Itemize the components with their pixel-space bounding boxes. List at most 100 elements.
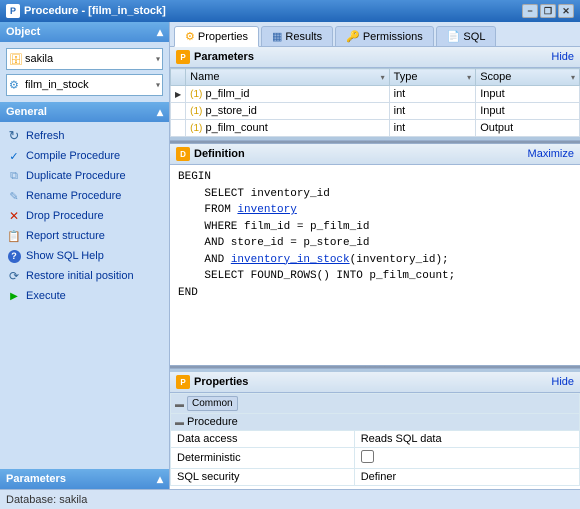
props-data-access-row[interactable]: Data access Reads SQL data [171, 431, 580, 448]
close-button[interactable]: ✕ [558, 4, 574, 18]
compile-icon [6, 148, 22, 164]
row-3-scope: Output [476, 120, 580, 137]
general-section-content: Refresh Compile Procedure Duplicate Proc… [0, 122, 169, 310]
minimize-button[interactable]: − [522, 4, 538, 18]
code-line-found: SELECT FOUND_ROWS() INTO p_film_count; [178, 268, 572, 285]
params-chevron-icon [157, 472, 163, 486]
code-line-end: END [178, 285, 572, 302]
object-section-header[interactable]: Object [0, 22, 169, 42]
sql-security-label: SQL security [171, 469, 355, 486]
param-key-icon: (1) [190, 106, 202, 117]
execute-label: Execute [26, 290, 66, 302]
duplicate-icon [6, 168, 22, 184]
col-scope-header[interactable]: Scope ▾ [476, 69, 580, 86]
object-section-content: 🗄 sakila ▾ ⚙ film_in_stock ▾ [0, 42, 169, 102]
param-key-icon: (1) [190, 123, 202, 134]
tab-results[interactable]: ▦ Results [261, 26, 333, 46]
restore-icon [6, 268, 22, 284]
database-select[interactable]: sakila [6, 48, 163, 70]
definition-maximize-button[interactable]: Maximize [528, 148, 574, 160]
table-row[interactable]: (1) p_film_count int Output [171, 120, 580, 137]
drop-action[interactable]: Drop Procedure [6, 206, 163, 226]
right-panel: ⚙ Properties ▦ Results 🔑 Permissions 📄 S… [170, 22, 580, 489]
bottom-props-hide-button[interactable]: Hide [551, 376, 574, 388]
tab-permissions[interactable]: 🔑 Permissions [335, 26, 434, 46]
sql-security-value: Definer [354, 469, 579, 486]
parameters-table: Name ▾ Type ▾ [170, 68, 580, 137]
row-3-arrow [171, 120, 186, 137]
tab-sql[interactable]: 📄 SQL [436, 26, 497, 46]
row-1-name: (1) p_film_id [186, 86, 389, 103]
sqlhelp-action[interactable]: ? Show SQL Help [6, 246, 163, 266]
general-section-header[interactable]: General [0, 102, 169, 122]
col-arrow-header [171, 69, 186, 86]
param-key-icon: (1) [190, 89, 202, 100]
tab-sql-label: SQL [463, 31, 485, 43]
object-section-label: Object [6, 26, 40, 38]
props-deterministic-row[interactable]: Deterministic [171, 448, 580, 469]
tab-properties[interactable]: ⚙ Properties [174, 26, 259, 47]
tab-permissions-label: Permissions [363, 31, 423, 43]
deterministic-checkbox[interactable] [361, 450, 374, 463]
procedure-section-label: Procedure [187, 416, 238, 428]
code-line-where: WHERE film_id = p_film_id [178, 219, 572, 236]
restore-button[interactable]: ❐ [540, 4, 556, 18]
report-action[interactable]: Report structure [6, 226, 163, 246]
rename-icon [6, 188, 22, 204]
duplicate-label: Duplicate Procedure [26, 170, 126, 182]
procedure-select[interactable]: film_in_stock [6, 74, 163, 96]
scope-sort-icon[interactable]: ▾ [571, 73, 575, 82]
parameters-hide-button[interactable]: Hide [551, 51, 574, 63]
code-area: BEGIN SELECT inventory_id FROM inventory… [170, 165, 580, 365]
props-sql-security-row[interactable]: SQL security Definer [171, 469, 580, 486]
deterministic-label: Deterministic [171, 448, 355, 469]
general-chevron-icon [157, 105, 163, 119]
row-1-type: int [389, 86, 476, 103]
tab-properties-icon: ⚙ [185, 30, 195, 43]
parameters-panel-header-left: P Parameters [176, 50, 254, 64]
drop-label: Drop Procedure [26, 210, 104, 222]
params-table-header-row: Name ▾ Type ▾ [171, 69, 580, 86]
params-section-header[interactable]: Parameters [0, 469, 169, 489]
table-row[interactable]: (1) p_store_id int Input [171, 103, 580, 120]
sqlhelp-label: Show SQL Help [26, 250, 104, 262]
params-section-label: Parameters [6, 473, 66, 485]
data-access-label: Data access [171, 431, 355, 448]
props-common-section: ▬ Common [171, 394, 580, 414]
execute-action[interactable]: Execute [6, 286, 163, 306]
rename-action[interactable]: Rename Procedure [6, 186, 163, 206]
definition-panel-header-left: D Definition [176, 147, 245, 161]
restore-action[interactable]: Restore initial position [6, 266, 163, 286]
inventory-link[interactable]: inventory [237, 204, 296, 216]
drop-icon [6, 208, 22, 224]
data-access-value: Reads SQL data [354, 431, 579, 448]
database-selector-wrapper: 🗄 sakila ▾ [6, 48, 163, 70]
col-name-header[interactable]: Name ▾ [186, 69, 389, 86]
report-label: Report structure [26, 230, 105, 242]
tab-results-icon: ▦ [272, 30, 282, 43]
deterministic-value[interactable] [354, 448, 579, 469]
status-bar-text: Database: sakila [6, 494, 87, 506]
compile-action[interactable]: Compile Procedure [6, 146, 163, 166]
title-bar: P Procedure - [film_in_stock] − ❐ ✕ [0, 0, 580, 22]
name-sort-icon[interactable]: ▾ [381, 73, 385, 82]
restore-label: Restore initial position [26, 270, 134, 282]
main-container: Object 🗄 sakila ▾ ⚙ film_in_stock ▾ [0, 22, 580, 489]
inventory-in-stock-link[interactable]: inventory_in_stock [231, 254, 350, 266]
tab-permissions-icon: 🔑 [346, 30, 360, 43]
parameters-panel-icon: P [176, 50, 190, 64]
tab-properties-label: Properties [198, 31, 248, 43]
common-expand-icon[interactable]: ▬ [175, 399, 184, 409]
type-sort-icon[interactable]: ▾ [467, 73, 471, 82]
row-2-type: int [389, 103, 476, 120]
procedure-expand-icon[interactable]: ▬ [175, 417, 184, 427]
rename-label: Rename Procedure [26, 190, 121, 202]
refresh-action[interactable]: Refresh [6, 126, 163, 146]
col-type-header[interactable]: Type ▾ [389, 69, 476, 86]
table-row[interactable]: ▶ (1) p_film_id int Input [171, 86, 580, 103]
compile-label: Compile Procedure [26, 150, 120, 162]
duplicate-action[interactable]: Duplicate Procedure [6, 166, 163, 186]
props-procedure-section: ▬ Procedure [171, 414, 580, 431]
left-panel: Object 🗄 sakila ▾ ⚙ film_in_stock ▾ [0, 22, 170, 489]
code-line-select: SELECT inventory_id [178, 186, 572, 203]
